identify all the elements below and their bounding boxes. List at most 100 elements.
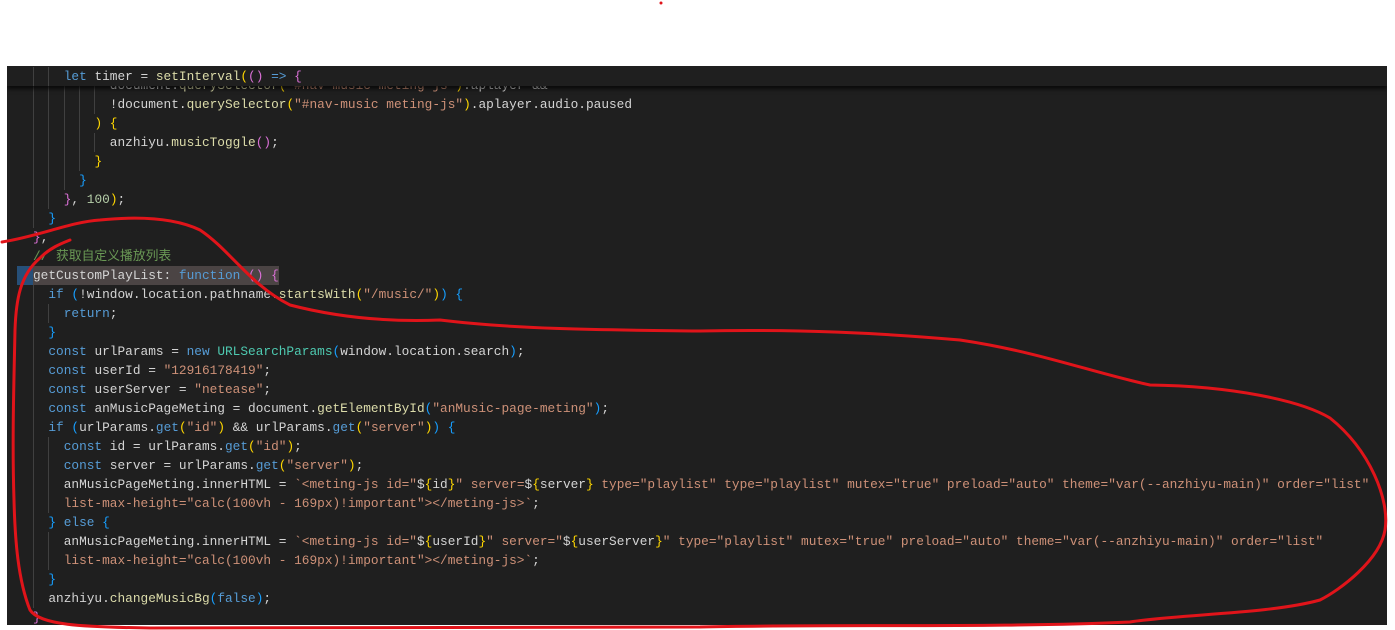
indent-guide: [48, 456, 50, 475]
code-token: ;: [516, 344, 525, 359]
code-token: ,: [71, 192, 87, 207]
code-token: new: [186, 344, 218, 359]
code-token: }: [33, 230, 41, 245]
code-token: userServer: [578, 534, 656, 549]
indent-guide: [63, 171, 65, 190]
indent-guide: [33, 361, 34, 380]
code-token: "anMusic-page-meting": [432, 401, 594, 416]
code-line[interactable]: if (!window.location.pathname.startsWith…: [7, 285, 1387, 304]
code-token: querySelector: [186, 97, 287, 112]
code-line[interactable]: return;: [7, 304, 1387, 323]
code-token: "id": [255, 439, 287, 454]
code-token: (): [255, 135, 272, 150]
code-token: (: [248, 439, 256, 454]
code-line[interactable]: let timer = setInterval(() => {: [7, 67, 1387, 86]
code-token: server = urlParams.: [109, 458, 256, 473]
indent-guide: [33, 152, 34, 171]
code-token: ;: [532, 553, 540, 568]
indent-guide: [33, 513, 34, 532]
code-line[interactable]: const anMusicPageMeting = document.getEl…: [7, 399, 1387, 418]
code-token: anzhiyu.: [109, 135, 172, 150]
code-token: {: [294, 69, 302, 84]
code-token: $: [416, 477, 425, 492]
indent-guide: [79, 114, 81, 133]
code-token: ;: [532, 496, 540, 511]
code-token: ;: [263, 363, 272, 378]
code-line[interactable]: }: [7, 608, 1387, 625]
code-token: }: [585, 477, 594, 492]
code-token: "/music/": [363, 287, 433, 302]
code-token: ;: [117, 192, 126, 207]
code-token: "server": [286, 458, 348, 473]
code-line[interactable]: const id = urlParams.get("id");: [7, 437, 1387, 456]
code-line[interactable]: }: [7, 323, 1387, 342]
code-line[interactable]: const urlParams = new URLSearchParams(wi…: [7, 342, 1387, 361]
code-token: window.location.search: [340, 344, 510, 359]
code-token: getElementById: [317, 401, 425, 416]
code-token: (: [178, 420, 187, 435]
code-token: anMusicPageMeting.innerHTML =: [63, 534, 295, 549]
indent-guide: [33, 114, 34, 133]
code-line[interactable]: const server = urlParams.get("server");: [7, 456, 1387, 475]
code-line[interactable]: list-max-height="calc(100vh - 169px)!imp…: [7, 494, 1387, 513]
indent-guide: [48, 190, 50, 209]
code-line[interactable]: anMusicPageMeting.innerHTML = `<meting-j…: [7, 475, 1387, 494]
code-token: userServer =: [94, 382, 195, 397]
indent-guide: [79, 152, 81, 171]
code-line[interactable]: }: [7, 570, 1387, 589]
indent-guide: [33, 380, 34, 399]
code-token: && urlParams.: [225, 420, 333, 435]
code-token: `<meting-js id=": [294, 477, 417, 492]
code-token: 100: [86, 192, 110, 207]
code-line[interactable]: list-max-height="calc(100vh - 169px)!imp…: [7, 551, 1387, 570]
code-token: ;: [271, 135, 279, 150]
code-line[interactable]: const userId = "12916178419";: [7, 361, 1387, 380]
code-line[interactable]: anzhiyu.musicToggle();: [7, 133, 1387, 152]
code-token: {: [532, 477, 540, 492]
selection-highlight: [17, 266, 33, 285]
code-line[interactable]: getCustomPlayList: function () {: [7, 266, 1387, 285]
indent-guide: [48, 171, 50, 190]
indent-guide: [48, 67, 50, 86]
code-line[interactable]: anzhiyu.changeMusicBg(false);: [7, 589, 1387, 608]
code-line[interactable]: // 获取自定义播放列表: [7, 247, 1387, 266]
code-token: "netease": [194, 382, 264, 397]
code-line[interactable]: },: [7, 228, 1387, 247]
code-line[interactable]: }: [7, 152, 1387, 171]
code-token: urlParams.: [79, 420, 156, 435]
code-token: }: [655, 534, 663, 549]
code-token: ;: [294, 439, 302, 454]
indent-guide: [79, 133, 81, 152]
code-token: =>: [271, 69, 295, 84]
sticky-scroll-header[interactable]: let timer = setInterval(() => {: [7, 66, 1387, 86]
code-editor[interactable]: let timer = setInterval(() => { document…: [7, 66, 1387, 625]
code-line[interactable]: if (urlParams.get("id") && urlParams.get…: [7, 418, 1387, 437]
indent-guide: [33, 494, 34, 513]
code-line[interactable]: }: [7, 209, 1387, 228]
code-token: const: [48, 344, 95, 359]
code-line[interactable]: }, 100);: [7, 190, 1387, 209]
code-token: {: [455, 287, 464, 302]
code-token: ): [509, 344, 517, 359]
code-token: startsWith: [278, 287, 356, 302]
indent-guide: [63, 133, 65, 152]
code-token: ): [432, 287, 441, 302]
indent-guide: [33, 95, 34, 114]
code-token: const: [48, 363, 95, 378]
code-token: ;: [263, 382, 272, 397]
indent-guide: [48, 532, 50, 551]
code-token: timer =: [94, 69, 156, 84]
code-token: type="playlist" type="playlist" mutex="t…: [593, 477, 1370, 492]
code-token: }: [478, 534, 487, 549]
code-line[interactable]: !document.querySelector("#nav-music meti…: [7, 95, 1387, 114]
code-token: anMusicPageMeting.innerHTML =: [63, 477, 295, 492]
indent-guide: [94, 95, 96, 114]
code-line[interactable]: anMusicPageMeting.innerHTML = `<meting-j…: [7, 532, 1387, 551]
code-line[interactable]: const userServer = "netease";: [7, 380, 1387, 399]
code-line[interactable]: }: [7, 171, 1387, 190]
annotation-dot: [659, 1, 663, 5]
code-token: get: [155, 420, 179, 435]
indent-guide: [48, 551, 50, 570]
code-line[interactable]: ) {: [7, 114, 1387, 133]
code-line[interactable]: } else {: [7, 513, 1387, 532]
